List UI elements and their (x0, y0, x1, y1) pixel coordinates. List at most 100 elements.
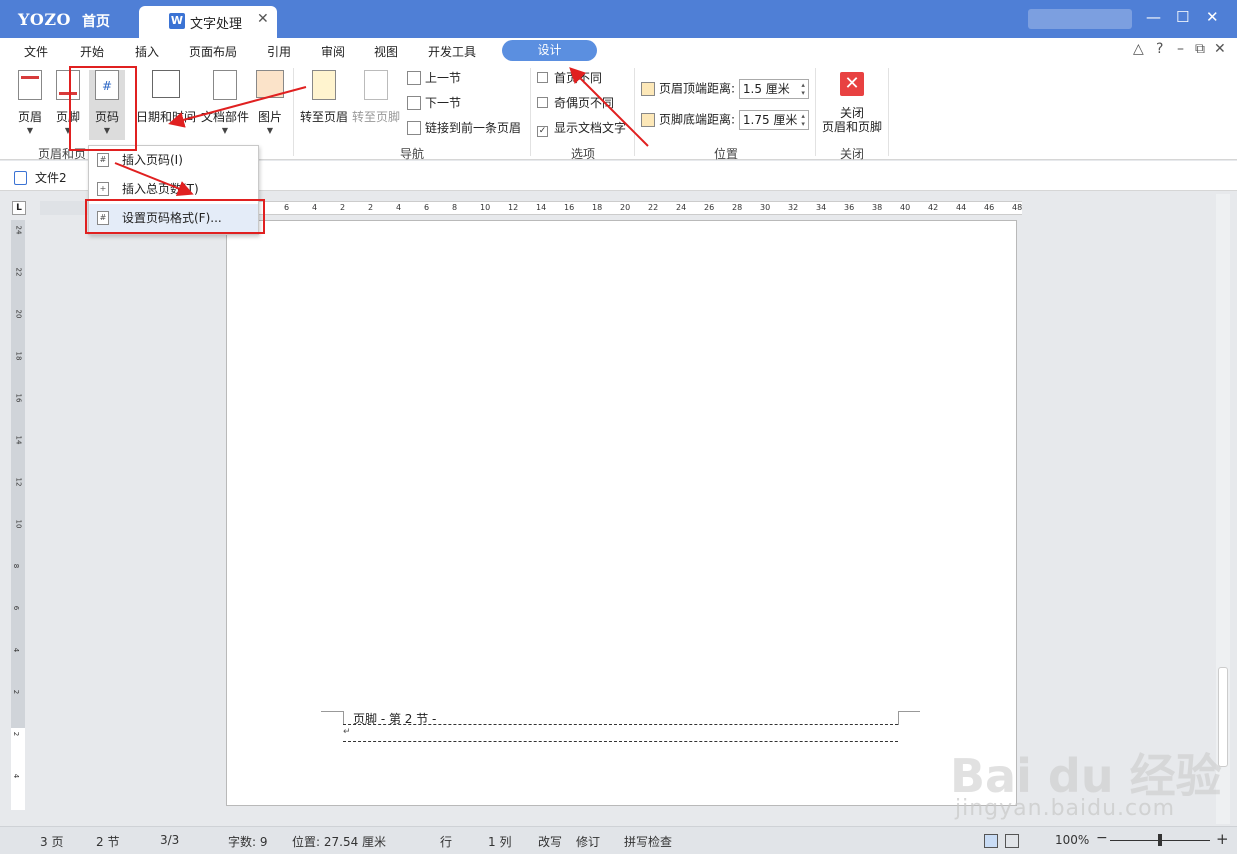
picture-icon (256, 70, 284, 98)
group-separator (888, 68, 889, 156)
status-position: 位置: 27.54 厘米 (292, 835, 387, 849)
doc-parts-button[interactable]: 文档部件 ▼ (200, 70, 250, 135)
first-page-diff-checkbox[interactable]: 首页不同 (537, 69, 602, 86)
footer-area[interactable] (343, 724, 898, 742)
doc-restore-icon[interactable]: ⧉ (1195, 41, 1205, 57)
status-words[interactable]: 字数: 9 (228, 833, 268, 850)
doc-minimize-icon[interactable]: – (1177, 41, 1184, 57)
menu-view[interactable]: 视图 (374, 43, 398, 60)
ruler-tick-label: 24 (676, 203, 687, 212)
ruler-tick-label: 6 (284, 203, 290, 212)
link-prev-button[interactable]: 链接到前一条页眉 (407, 119, 521, 136)
footer-distance-icon (641, 112, 655, 127)
header-button[interactable]: 页眉 ▼ (16, 70, 44, 135)
page-number-icon: # (95, 70, 119, 100)
header-icon (18, 70, 42, 100)
spell-check-toggle[interactable]: 拼写检查 (624, 833, 672, 850)
menu-developer[interactable]: 开发工具 (428, 43, 476, 60)
ruler-tick-label: 32 (788, 203, 799, 212)
doc-close-icon[interactable]: ✕ (1214, 41, 1226, 57)
ruler-tick-label: 4 (12, 647, 21, 653)
goto-footer-button[interactable]: 转至页脚 (352, 70, 400, 125)
menu-file[interactable]: 文件 (24, 43, 48, 60)
ruler-tick-label: 16 (14, 393, 23, 403)
status-page-of: 3/3 (160, 833, 180, 847)
ruler-tick-label: 10 (480, 203, 491, 212)
ruler-tick-label: 44 (956, 203, 967, 212)
crop-mark (343, 711, 344, 725)
page-number-button[interactable]: # 页码 ▼ (89, 70, 125, 140)
close-icon: ✕ (840, 72, 864, 96)
horizontal-ruler[interactable]: 6 4 2 2 4 6 8 10 12 14 16 18 20 22 24 26 28 30 32 34 36 38 40 4… (258, 201, 1022, 215)
tab-word-processor-label: 文字处理 (190, 17, 243, 32)
footer-button[interactable]: 页脚 ▼ (54, 70, 82, 135)
insert-total-pages-item[interactable]: + 插入总页数(T) (89, 175, 258, 203)
zoom-in-button[interactable]: + (1216, 830, 1229, 848)
ruler-tick-label: 16 (564, 203, 575, 212)
group-label-position: 位置 (714, 147, 739, 161)
header-distance-icon (641, 81, 655, 96)
help-icon[interactable]: ? (1156, 41, 1163, 57)
menu-review[interactable]: 审阅 (321, 43, 345, 60)
document-tab[interactable]: 文件2 (14, 169, 67, 186)
group-separator (293, 68, 294, 156)
track-changes-toggle[interactable]: 修订 (576, 833, 600, 850)
ruler-tick-label: 24 (14, 225, 23, 235)
goto-header-icon (312, 70, 336, 100)
close-window-button[interactable]: ✕ (1206, 8, 1219, 26)
menu-home[interactable]: 开始 (80, 43, 104, 60)
link-icon (407, 121, 421, 135)
prev-section-button[interactable]: 上一节 (407, 69, 461, 86)
page-number-dropdown: # 插入页码(I) + 插入总页数(T) # 设置页码格式(F)... (88, 145, 259, 235)
menu-references[interactable]: 引用 (267, 43, 291, 60)
page-view-icon[interactable] (984, 834, 998, 848)
tab-stop-selector[interactable]: L (12, 201, 26, 215)
vertical-ruler[interactable]: 24 22 20 18 16 14 12 10 8 6 4 2 2 4 (11, 220, 25, 810)
zoom-slider-handle[interactable] (1158, 834, 1162, 846)
crop-mark (898, 711, 920, 725)
menu-insert[interactable]: 插入 (135, 43, 159, 60)
ruler-tick-label: 4 (312, 203, 318, 212)
group-label-close: 关闭 (840, 147, 865, 161)
status-line: 行 (440, 835, 453, 849)
ruler-tick-label: 12 (508, 203, 519, 212)
minimize-window-button[interactable]: — (1146, 8, 1161, 26)
next-section-button[interactable]: 下一节 (407, 94, 461, 111)
ruler-tick-label: 20 (620, 203, 631, 212)
date-time-button[interactable]: 日期和时间 (136, 70, 196, 125)
maximize-window-button[interactable]: ☐ (1176, 8, 1189, 26)
show-doc-text-checkbox[interactable]: ✓ 显示文档文字 (537, 119, 626, 137)
app-logo: YOZO (18, 10, 71, 29)
tab-word-processor[interactable]: W 文字处理 ✕ (139, 6, 277, 38)
paragraph-mark: ↵ (343, 727, 351, 737)
user-area[interactable] (1028, 9, 1132, 29)
total-pages-icon: + (97, 182, 109, 196)
ruler-tick-label: 48 (1012, 203, 1023, 212)
menu-design[interactable]: 设计 (502, 40, 597, 61)
menu-page-layout[interactable]: 页面布局 (189, 43, 237, 60)
close-tab-icon[interactable]: ✕ (257, 11, 269, 27)
ruler-tick-label: 26 (704, 203, 715, 212)
header-top-distance-input[interactable]: 1.5 厘米 (738, 79, 809, 99)
group-separator (634, 68, 635, 156)
insert-page-number-item[interactable]: # 插入页码(I) (89, 146, 258, 174)
ruler-tick-label: 22 (648, 203, 659, 212)
ruler-tick-label: 8 (12, 563, 21, 569)
collapse-ribbon-icon[interactable]: △ (1133, 41, 1144, 57)
overwrite-toggle[interactable]: 改写 (538, 833, 562, 850)
footer-bottom-distance-input[interactable]: 1.75 厘米 (738, 110, 809, 130)
close-header-footer-button[interactable]: ✕ 关闭 页眉和页脚 (820, 72, 884, 134)
tab-home[interactable]: 首页 (82, 11, 110, 31)
format-page-number-item[interactable]: # 设置页码格式(F)... (89, 204, 258, 232)
goto-header-button[interactable]: 转至页眉 (300, 70, 348, 125)
picture-button[interactable]: 图片 ▼ (255, 70, 285, 135)
prev-section-icon (407, 71, 421, 85)
odd-even-diff-checkbox[interactable]: 奇偶页不同 (537, 94, 614, 111)
web-view-icon[interactable] (1005, 834, 1019, 848)
status-bar: 3 页 2 节 3/3 字数: 9 位置: 27.54 厘米 行 1 列 改写 … (0, 826, 1237, 854)
zoom-out-button[interactable]: − (1096, 830, 1108, 846)
group-label-nav: 导航 (400, 147, 425, 161)
footer-bottom-distance: 页脚底端距离: 1.75 厘米 (641, 110, 809, 130)
ruler-tick-label: 2 (12, 689, 21, 695)
chevron-down-icon: ▼ (103, 126, 111, 135)
